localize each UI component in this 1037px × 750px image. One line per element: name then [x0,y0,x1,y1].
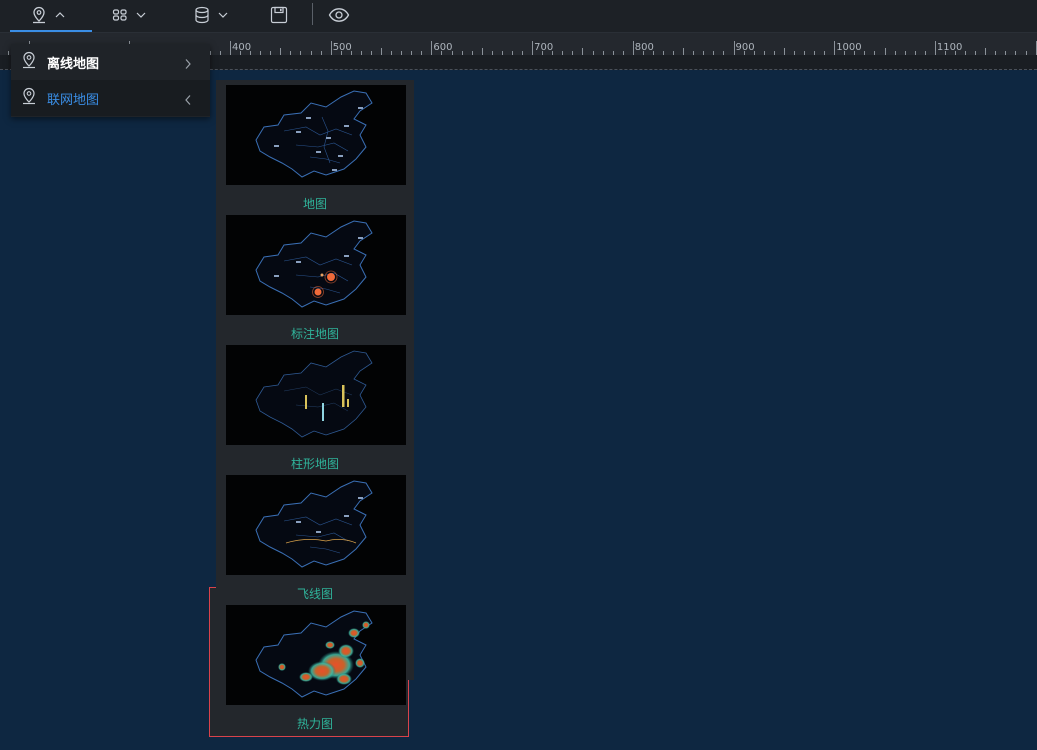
ruler-tick [683,48,685,55]
map-pin-icon [31,6,47,24]
ruler-tick [834,41,836,55]
gallery-item-map[interactable]: 地图 [216,80,414,211]
gallery-item-bar-map[interactable]: 柱形地图 [216,340,414,471]
ruler-label: 1100 [936,42,963,53]
ruler-tick [582,48,584,55]
gallery-item-marker-map[interactable]: 标注地图 [216,210,414,341]
menu-item-online-map[interactable]: 联网地图 [11,80,210,116]
china-outline-map-thumbnail [226,85,406,185]
component-grid-icon [112,8,128,22]
gallery-item-flyline-map[interactable]: 飞线图 [216,470,414,601]
ruler-tick [632,41,634,55]
chevron-left-icon [184,91,192,110]
map-pin-icon [21,87,37,109]
china-marker-map-thumbnail [226,215,406,315]
preview-button[interactable] [328,0,350,30]
ruler-tick [330,41,332,55]
toolbar-divider [312,3,313,25]
ruler-tick [733,41,735,55]
ruler-label: 700 [534,42,554,53]
ruler-tick [381,48,383,55]
chevron-down-icon [136,11,146,19]
ruler-label: 800 [634,42,654,53]
save-button[interactable] [270,0,288,30]
top-toolbar [0,0,1037,33]
ruler-tick [431,41,433,55]
menu-item-label: 离线地图 [47,56,100,72]
ruler-label: 600 [433,42,453,53]
ruler-tick [280,48,282,55]
save-icon [270,6,288,24]
ruler-tick [783,48,785,55]
ruler-tick [481,48,483,55]
chevron-down-icon [218,11,228,19]
ruler-tick [985,48,987,55]
menu-item-label: 联网地图 [47,92,100,108]
ruler-tick [1035,41,1037,55]
ruler-label: 400 [232,42,252,53]
data-menu-button[interactable] [194,0,228,30]
chevron-right-icon [184,55,192,74]
map-component-gallery: 地图 标注地图 柱形地图 飞线图 [216,80,414,680]
map-dropdown-menu: 离线地图 联网地图 [11,44,210,117]
gallery-item-label: 热力图 [296,717,333,731]
chevron-up-icon [55,11,65,19]
eye-icon [328,7,350,23]
china-heat-map-thumbnail [226,605,406,705]
ruler-tick [532,41,534,55]
ruler-tick [230,41,231,55]
ruler-label: 1000 [836,42,862,53]
active-tab-indicator [10,30,92,32]
menu-item-offline-map[interactable]: 离线地图 [11,44,210,80]
ruler-label: 900 [735,42,755,53]
china-bar-map-thumbnail [226,345,406,445]
ruler-label: 500 [332,42,352,53]
ruler-tick [934,41,936,55]
ruler-tick [884,48,886,55]
map-menu-button[interactable] [31,0,65,30]
china-flyline-map-thumbnail [226,475,406,575]
database-icon [194,6,210,24]
map-pin-icon [21,51,37,73]
component-menu-button[interactable] [112,0,146,30]
gallery-item-heat-map[interactable]: 热力图 [216,600,414,740]
